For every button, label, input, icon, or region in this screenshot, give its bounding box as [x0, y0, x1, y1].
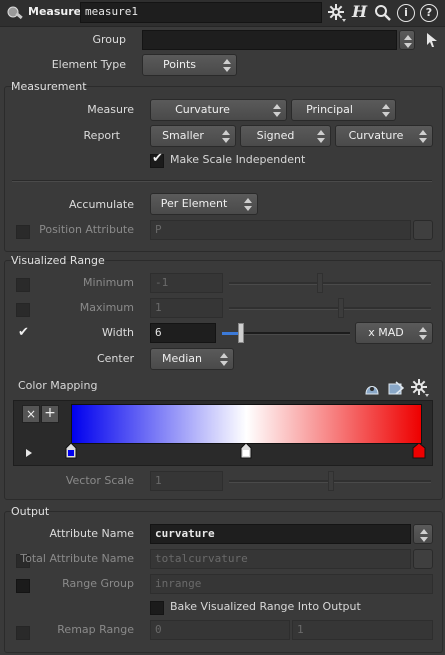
- total-attr-label: Total Attribute Name: [20, 552, 134, 565]
- vector-scale-field[interactable]: 1: [150, 471, 223, 491]
- minimum-label: Minimum: [83, 276, 134, 289]
- ramp-folder-icon[interactable]: [388, 380, 405, 396]
- search-icon[interactable]: [374, 4, 392, 22]
- info-icon-glyph: i: [404, 6, 408, 19]
- accumulate-menu[interactable]: Per Element: [150, 193, 258, 215]
- visualized-range-title: Visualized Range: [11, 254, 105, 267]
- group-menu-button[interactable]: [399, 30, 415, 50]
- measure-sub-menu[interactable]: Principal: [291, 99, 396, 121]
- vector-scale-label: Vector Scale: [65, 474, 134, 487]
- report-menu-1[interactable]: Smaller: [150, 125, 236, 147]
- position-attr-field[interactable]: P: [150, 220, 411, 240]
- add-key-button[interactable]: +: [41, 405, 59, 423]
- vector-scale-slider-thumb[interactable]: [328, 471, 334, 491]
- expand-triangle-icon[interactable]: [25, 447, 33, 457]
- measure-value: Curvature: [175, 103, 230, 116]
- report-value-1: Smaller: [162, 129, 204, 142]
- center-menu[interactable]: Median: [150, 348, 234, 370]
- ramp-key-blue[interactable]: [65, 442, 77, 459]
- width-label: Width: [102, 326, 134, 339]
- updown-arrow-icon: [222, 57, 232, 73]
- remap-min-field[interactable]: 0: [150, 620, 290, 640]
- position-attr-menu-button[interactable]: [413, 220, 433, 240]
- maximum-label: Maximum: [79, 301, 134, 314]
- measure-sub-value: Principal: [306, 103, 353, 116]
- hscript-icon[interactable]: H: [352, 2, 367, 21]
- checkmark-icon: ✔: [152, 151, 163, 166]
- report-menu-3[interactable]: Curvature: [335, 125, 433, 147]
- center-value: Median: [161, 352, 202, 365]
- gear-icon[interactable]: [327, 3, 347, 23]
- element-type-label: Element Type: [51, 58, 126, 71]
- help-icon[interactable]: ?: [420, 4, 438, 22]
- color-mapping-label: Color Mapping: [18, 379, 98, 392]
- accumulate-value: Per Element: [160, 197, 228, 210]
- accumulate-label: Accumulate: [69, 198, 134, 211]
- remove-key-button[interactable]: ×: [22, 405, 40, 423]
- attribute-name-field[interactable]: curvature: [150, 524, 411, 544]
- report-value-3: Curvature: [348, 129, 404, 142]
- width-field[interactable]: 6: [150, 323, 216, 343]
- attribute-name-menu-button[interactable]: [413, 524, 433, 544]
- help-icon-glyph: ?: [425, 6, 433, 19]
- minimum-field[interactable]: -1: [150, 273, 223, 293]
- measure-menu[interactable]: Curvature: [150, 99, 287, 121]
- group-field[interactable]: [142, 30, 397, 50]
- maximum-slider-thumb[interactable]: [338, 298, 344, 318]
- ramp-key-red[interactable]: [412, 442, 426, 459]
- maximum-field[interactable]: 1: [150, 298, 223, 318]
- scale-independent-label: Make Scale Independent: [170, 153, 306, 166]
- range-group-field[interactable]: inrange: [150, 574, 433, 594]
- updown-arrow-icon: [219, 351, 229, 367]
- maximum-slider-track[interactable]: [229, 307, 431, 310]
- remap-max-field[interactable]: 1: [292, 620, 433, 640]
- color-ramp-gradient[interactable]: [71, 404, 422, 444]
- minimum-slider-thumb[interactable]: [317, 273, 323, 293]
- report-value-2: Signed: [256, 129, 295, 142]
- minimum-slider-track[interactable]: [229, 282, 431, 285]
- select-arrow-icon[interactable]: [425, 32, 439, 48]
- output-section-title: Output: [11, 505, 50, 518]
- element-type-value: Points: [162, 58, 197, 71]
- width-slider-thumb[interactable]: [238, 323, 244, 343]
- remap-range-label: Remap Range: [57, 623, 134, 636]
- updown-arrow-icon: [381, 102, 391, 118]
- width-mode-menu[interactable]: x MAD: [355, 322, 433, 344]
- attribute-name-label: Attribute Name: [49, 527, 134, 540]
- updown-arrow-icon: [316, 128, 326, 144]
- group-label: Group: [92, 33, 127, 46]
- report-menu-2[interactable]: Signed: [240, 125, 331, 147]
- ramp-key-white[interactable]: [240, 442, 252, 459]
- center-label: Center: [96, 352, 134, 365]
- updown-arrow-icon: [221, 128, 231, 144]
- divider: [12, 180, 432, 182]
- range-group-label: Range Group: [62, 577, 134, 590]
- updown-arrow-icon: [418, 128, 428, 144]
- width-mode-value: x MAD: [368, 326, 404, 339]
- total-attr-field[interactable]: totalcurvature: [150, 549, 411, 569]
- node-name-field[interactable]: measure1: [80, 2, 322, 23]
- measure-label: Measure: [87, 103, 134, 116]
- measure-node-icon: [6, 4, 24, 22]
- info-icon[interactable]: i: [397, 4, 415, 22]
- measurement-section-title: Measurement: [11, 80, 87, 93]
- updown-arrow-icon: [272, 102, 282, 118]
- position-attr-label: Position Attribute: [39, 223, 134, 236]
- updown-arrow-icon: [243, 196, 253, 212]
- total-attr-menu-button[interactable]: [413, 549, 433, 569]
- report-label: Report: [83, 129, 120, 142]
- updown-arrow-icon: [418, 325, 428, 341]
- ramp-gear-icon[interactable]: [410, 378, 430, 398]
- scale-independent-checkbox[interactable]: ✔: [150, 151, 164, 168]
- bake-label: Bake Visualized Range Into Output: [170, 600, 361, 613]
- bake-checkbox[interactable]: [150, 601, 164, 615]
- element-type-menu[interactable]: Points: [142, 54, 237, 76]
- node-type-label: Measure: [28, 5, 82, 18]
- ramp-preset-icon[interactable]: [364, 380, 380, 396]
